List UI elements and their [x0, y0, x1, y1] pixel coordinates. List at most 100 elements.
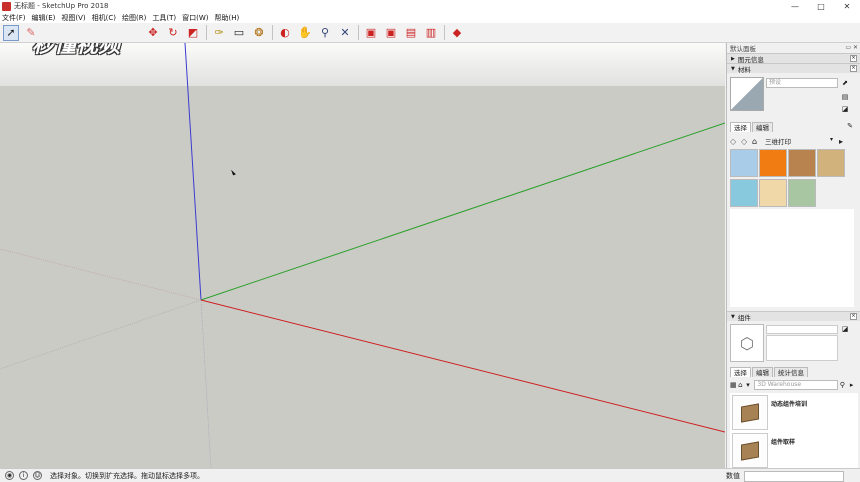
panel-close-icon[interactable]: ×: [850, 313, 857, 320]
material-swatch[interactable]: [788, 178, 816, 207]
components-tabs: 选择 编辑 统计信息: [730, 367, 809, 377]
component-name-field[interactable]: [766, 325, 838, 334]
window-title: 无标题 - SketchUp Pro 2018: [14, 2, 109, 10]
material-name-field[interactable]: 预设: [766, 78, 838, 88]
menu-file[interactable]: 文件(F): [2, 13, 26, 23]
tab-edit[interactable]: 编辑: [752, 367, 773, 377]
back-icon[interactable]: ◇: [730, 137, 741, 146]
axes: [0, 43, 725, 468]
menu-window[interactable]: 窗口(W): [182, 13, 208, 23]
tab-statistics[interactable]: 统计信息: [774, 367, 808, 377]
extension-warehouse-icon[interactable]: ▣: [383, 25, 399, 41]
component-search-row: ▦ ⌂ ▾ 3D Warehouse ⚲ ▸: [730, 379, 858, 390]
tray-title: 默认面板 ▭ ✕: [730, 44, 858, 53]
3d-warehouse-icon[interactable]: ▣: [363, 25, 379, 41]
sample-paint-icon[interactable]: ✎: [846, 122, 854, 130]
red-axis-negative: [0, 248, 202, 301]
blue-axis-negative: [200, 299, 212, 468]
tab-select[interactable]: 选择: [730, 122, 751, 132]
sketchup-icon: [2, 1, 11, 11]
title-bar: 无标题 - SketchUp Pro 2018 — □ ✕: [0, 0, 860, 12]
default-material-icon[interactable]: ◪: [841, 105, 849, 113]
maximize-button[interactable]: □: [808, 0, 834, 12]
layout-icon[interactable]: ▤: [403, 25, 419, 41]
materials-nav-row: ◇ ◇ ⌂ 三维打印 ▸: [730, 135, 858, 147]
blue-axis-positive: [184, 43, 202, 301]
details-icon[interactable]: ▸: [839, 137, 850, 146]
zoom-extents-tool-icon[interactable]: ✕: [337, 25, 353, 41]
component-thumbnail: [732, 433, 768, 468]
component-thumbnail: [732, 395, 768, 430]
material-preview: [730, 77, 764, 111]
display-secondary-icon[interactable]: ⬈: [841, 79, 849, 87]
warehouse-search-input[interactable]: 3D Warehouse: [754, 379, 838, 390]
panel-close-icon[interactable]: ×: [850, 55, 857, 62]
menu-camera[interactable]: 相机(C): [92, 13, 116, 23]
green-axis-negative: [0, 299, 202, 370]
ruby-icon[interactable]: ◆: [449, 25, 465, 41]
window-controls: — □ ✕: [782, 0, 860, 12]
tab-edit[interactable]: 编辑: [752, 122, 773, 132]
text-tool-icon[interactable]: ▭: [231, 25, 247, 41]
menu-draw[interactable]: 绘图(R): [122, 13, 146, 23]
measurements-input[interactable]: [744, 470, 844, 482]
collapse-arrow-icon: ▼: [731, 65, 735, 72]
component-list: 动态组件培训 组件取样: [730, 393, 858, 468]
close-button[interactable]: ✕: [834, 0, 860, 12]
material-swatch[interactable]: [730, 149, 758, 177]
menu-edit[interactable]: 编辑(E): [32, 13, 56, 23]
material-swatch[interactable]: [759, 149, 787, 177]
pan-tool-icon[interactable]: ✋: [297, 25, 313, 41]
green-axis-positive: [200, 122, 725, 301]
zoom-tool-icon[interactable]: ⚲: [317, 25, 333, 41]
component-detail-icon[interactable]: ◪: [841, 325, 849, 333]
component-preview: ⬡: [730, 324, 764, 362]
orbit-tool-icon[interactable]: ◐: [277, 25, 293, 41]
panel-close-icon[interactable]: ×: [850, 65, 857, 72]
drawing-viewport[interactable]: 秒懂视频: [0, 43, 725, 468]
view-options-icon[interactable]: ▦: [730, 381, 738, 389]
tab-select[interactable]: 选择: [730, 367, 751, 377]
tape-measure-tool-icon[interactable]: ✑: [211, 25, 227, 41]
component-description-field[interactable]: [766, 335, 838, 361]
material-swatch[interactable]: [817, 149, 845, 177]
tray-controls-icon[interactable]: ▭ ✕: [845, 44, 858, 51]
list-item[interactable]: 组件取样: [732, 433, 854, 468]
share-model-icon[interactable]: ▥: [423, 25, 439, 41]
eraser-tool-icon[interactable]: ✎: [23, 25, 39, 41]
credits-icon[interactable]: i: [19, 471, 28, 480]
collapse-arrow-icon: ▼: [731, 313, 735, 320]
search-icon[interactable]: ⚲: [840, 381, 848, 389]
move-tool-icon[interactable]: ✥: [145, 25, 161, 41]
rotate-tool-icon[interactable]: ↻: [165, 25, 181, 41]
components-header[interactable]: ▼ 组件 ×: [727, 311, 860, 322]
menu-tools[interactable]: 工具(T): [152, 13, 176, 23]
forward-icon[interactable]: ◇: [741, 137, 752, 146]
menu-bar: 文件(F) 编辑(E) 视图(V) 相机(C) 绘图(R) 工具(T) 窗口(W…: [0, 12, 860, 23]
scale-tool-icon[interactable]: ◩: [185, 25, 201, 41]
paint-bucket-tool-icon[interactable]: ❂: [251, 25, 267, 41]
minimize-button[interactable]: —: [782, 0, 808, 12]
material-swatch[interactable]: [788, 149, 816, 177]
user-icon[interactable]: ☺: [33, 471, 42, 480]
materials-tabs: 选择 编辑: [730, 122, 774, 132]
materials-header[interactable]: ▼ 材料 ×: [727, 63, 860, 74]
watermark-logo: 秒懂视频: [32, 43, 121, 58]
menu-help[interactable]: 帮助(H): [214, 13, 239, 23]
status-bar: ◉ i ☺ 选择对象。切换到扩充选择。拖动鼠标选择多项。 数值: [0, 468, 860, 482]
status-message: 选择对象。切换到扩充选择。拖动鼠标选择多项。: [50, 471, 204, 480]
select-tool-icon[interactable]: ➚: [3, 24, 19, 41]
home-icon[interactable]: ⌂: [738, 381, 746, 389]
home-icon[interactable]: ⌂: [752, 137, 763, 146]
material-swatch[interactable]: [759, 178, 787, 207]
material-swatch[interactable]: [730, 178, 758, 207]
measurements-box: 数值: [726, 470, 844, 482]
menu-view[interactable]: 视图(V): [61, 13, 85, 23]
dropdown-icon[interactable]: ▾: [746, 381, 754, 389]
geolocation-icon[interactable]: ◉: [5, 471, 14, 480]
create-material-icon[interactable]: ▤: [841, 93, 849, 101]
entity-info-header[interactable]: ▶ 图元信息 ×: [727, 53, 860, 64]
details-icon[interactable]: ▸: [850, 381, 858, 389]
list-item[interactable]: 动态组件培训: [732, 395, 854, 430]
library-dropdown[interactable]: 三维打印: [765, 136, 835, 146]
